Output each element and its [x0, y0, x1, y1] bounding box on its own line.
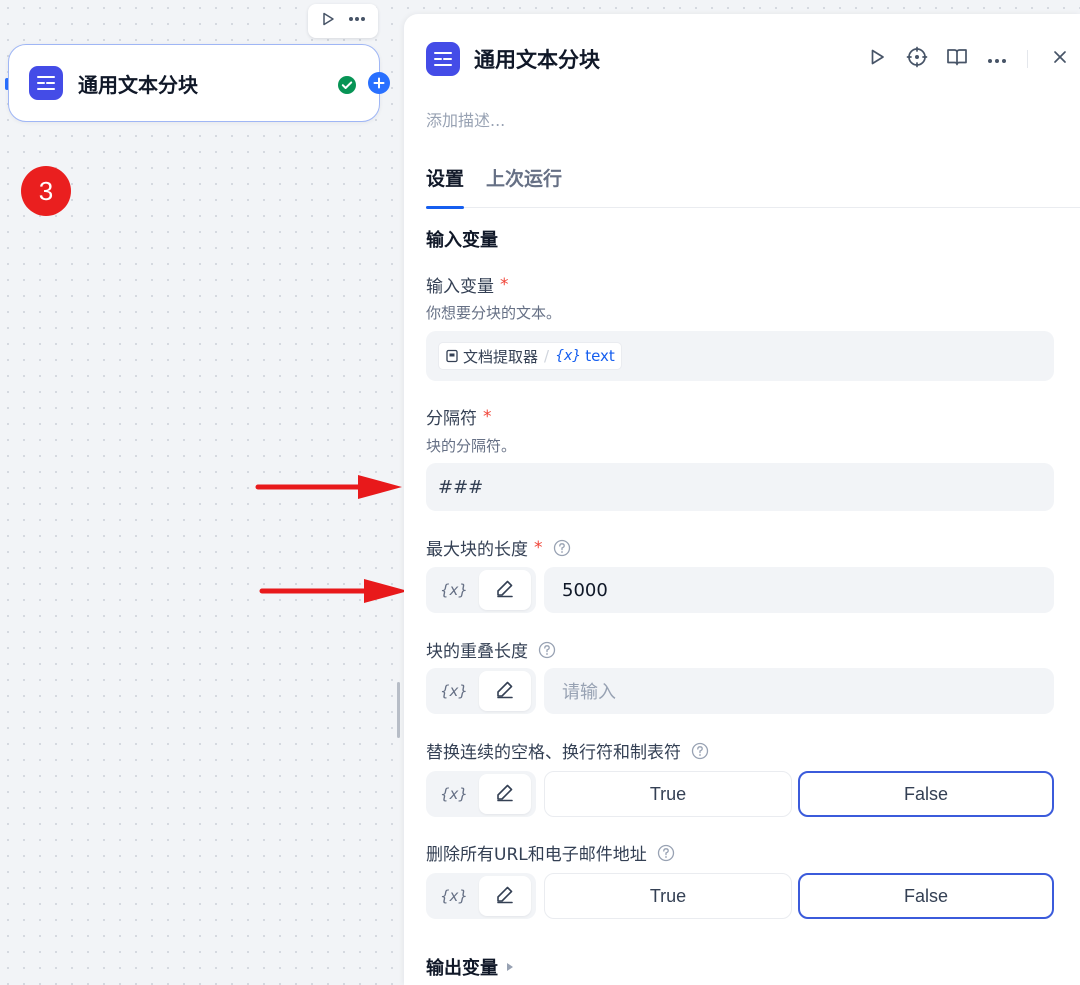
pen-icon — [495, 782, 515, 806]
constant-mode-button[interactable] — [479, 671, 531, 711]
annotation-arrow-max-length — [259, 579, 408, 603]
run-button[interactable] — [857, 44, 897, 74]
app-chunk-icon — [426, 42, 460, 76]
locate-icon — [906, 46, 928, 72]
max-length-label-text: 最大块的长度 — [426, 540, 528, 560]
locate-button[interactable] — [897, 44, 937, 74]
input-var-selector[interactable]: 文档提取器 / {x} text — [426, 331, 1054, 381]
variable-separator: / — [544, 347, 550, 365]
play-icon[interactable] — [320, 11, 336, 31]
app-chunk-icon — [29, 66, 63, 100]
max-length-mode-toggle: {x} — [426, 567, 536, 613]
constant-mode-button[interactable] — [479, 876, 531, 916]
help-icon[interactable] — [657, 844, 675, 862]
variable-mode-button[interactable]: {x} — [429, 774, 479, 814]
overlap-label-text: 块的重叠长度 — [426, 642, 528, 662]
panel-title: 通用文本分块 — [474, 48, 600, 72]
replace-whitespace-true-button[interactable]: True — [544, 771, 792, 817]
help-icon[interactable] — [553, 539, 571, 557]
plus-icon[interactable] — [368, 72, 390, 94]
docs-button[interactable] — [937, 44, 977, 74]
overlap-mode-toggle: {x} — [426, 668, 536, 714]
pen-icon — [495, 578, 515, 602]
node-title: 通用文本分块 — [78, 72, 198, 97]
delimiter-label-text: 分隔符 — [426, 409, 477, 429]
input-var-label: 输入变量 * — [426, 272, 509, 298]
tab-last-run[interactable]: 上次运行 — [486, 164, 562, 208]
replace-whitespace-label-text: 替换连续的空格、换行符和制表符 — [426, 743, 681, 763]
section-output-toggle[interactable]: 输出变量 — [426, 954, 514, 980]
workflow-node[interactable]: 通用文本分块 — [8, 44, 380, 122]
panel-header: 通用文本分块 — [426, 42, 600, 76]
overlap-label: 块的重叠长度 — [426, 637, 556, 662]
close-button[interactable] — [1044, 44, 1076, 74]
remove-urls-mode-toggle: {x} — [426, 873, 536, 919]
variable-mode-button[interactable]: {x} — [429, 570, 479, 610]
help-icon[interactable] — [538, 641, 556, 659]
delimiter-input[interactable]: ### — [426, 463, 1054, 511]
book-icon — [946, 47, 968, 71]
replace-whitespace-label: 替换连续的空格、换行符和制表符 — [426, 738, 709, 763]
section-input-title: 输入变量 — [426, 230, 498, 251]
remove-urls-false-button[interactable]: False — [798, 873, 1054, 919]
help-icon[interactable] — [691, 742, 709, 760]
more-icon[interactable] — [347, 11, 367, 31]
variable-pill: 文档提取器 / {x} text — [438, 342, 622, 370]
node-settings-panel: 通用文本分块 添加描述... 设置 上次运行 输入变量 输入变量 * 你想要分块… — [404, 14, 1080, 985]
panel-resize-handle[interactable] — [397, 682, 400, 738]
header-divider — [1027, 50, 1028, 68]
required-mark: * — [534, 537, 543, 558]
tab-settings[interactable]: 设置 — [426, 164, 465, 209]
section-output-title: 输出变量 — [426, 958, 498, 979]
delimiter-desc: 块的分隔符。 — [426, 437, 517, 455]
remove-urls-true-button[interactable]: True — [544, 873, 792, 919]
pen-icon — [495, 884, 515, 908]
doc-icon — [445, 349, 459, 363]
max-length-label: 最大块的长度 * — [426, 535, 571, 560]
header-actions — [857, 44, 1080, 74]
replace-whitespace-mode-toggle: {x} — [426, 771, 536, 817]
check-circle-icon — [337, 75, 357, 99]
input-var-label-text: 输入变量 — [426, 277, 494, 297]
remove-urls-label-text: 删除所有URL和电子邮件地址 — [426, 845, 647, 865]
variable-name: text — [585, 347, 615, 365]
remove-urls-label: 删除所有URL和电子邮件地址 — [426, 840, 675, 865]
max-length-input[interactable]: 5000 — [544, 567, 1054, 613]
required-mark: * — [500, 274, 509, 295]
panel-tabs: 设置 上次运行 — [426, 164, 1080, 209]
variable-mode-button[interactable]: {x} — [429, 876, 479, 916]
input-var-desc: 你想要分块的文本。 — [426, 304, 562, 322]
more-button[interactable] — [977, 44, 1017, 74]
variable-mode-button[interactable]: {x} — [429, 671, 479, 711]
description-input[interactable]: 添加描述... — [426, 107, 505, 131]
caret-right-icon — [506, 962, 514, 972]
replace-whitespace-false-button[interactable]: False — [798, 771, 1054, 817]
variable-source-node: 文档提取器 — [463, 347, 539, 366]
constant-mode-button[interactable] — [479, 570, 531, 610]
overlap-input[interactable]: 请输入 — [544, 668, 1054, 714]
close-icon — [1052, 49, 1068, 69]
play-icon — [867, 47, 887, 71]
step-badge: 3 — [21, 166, 71, 216]
variable-symbol: {x} — [555, 348, 582, 364]
node-toolbar — [308, 4, 378, 38]
required-mark: * — [483, 406, 492, 427]
constant-mode-button[interactable] — [479, 774, 531, 814]
more-icon — [986, 50, 1008, 69]
annotation-arrow-delimiter — [255, 475, 402, 499]
delimiter-label: 分隔符 * — [426, 404, 492, 430]
pen-icon — [495, 679, 515, 703]
